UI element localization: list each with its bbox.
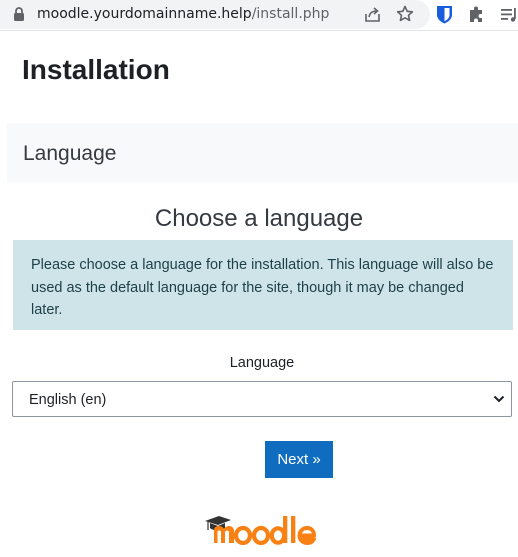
star-icon[interactable] xyxy=(396,5,414,23)
chevron-down-icon xyxy=(493,395,505,403)
next-button[interactable]: Next » xyxy=(265,441,333,478)
browser-toolbar: moodle.yourdomainname.help/install.php xyxy=(0,0,518,31)
url-text[interactable]: moodle.yourdomainname.help/install.php xyxy=(37,6,329,22)
lock-icon[interactable] xyxy=(12,6,26,22)
choose-language-heading: Choose a language xyxy=(154,205,364,232)
section-header: Language xyxy=(7,123,518,182)
section-header-label: Language xyxy=(23,142,117,165)
puzzle-icon[interactable] xyxy=(467,5,486,24)
info-alert: Please choose a language for the install… xyxy=(13,240,513,330)
address-bar[interactable]: moodle.yourdomainname.help/install.php xyxy=(0,0,430,29)
share-icon[interactable] xyxy=(364,6,381,23)
queue-icon[interactable] xyxy=(500,6,518,23)
page-title: Installation xyxy=(22,54,170,85)
url-host: moodle.yourdomainname.help xyxy=(37,6,252,22)
language-field-label: Language xyxy=(229,355,295,371)
info-text: Please choose a language for the install… xyxy=(31,257,494,318)
language-select[interactable]: English (en) xyxy=(12,381,512,417)
bitwarden-icon[interactable] xyxy=(436,5,453,24)
language-select-value: English (en) xyxy=(29,392,107,408)
moodle-logo xyxy=(205,516,317,546)
url-path: /install.php xyxy=(251,6,330,22)
